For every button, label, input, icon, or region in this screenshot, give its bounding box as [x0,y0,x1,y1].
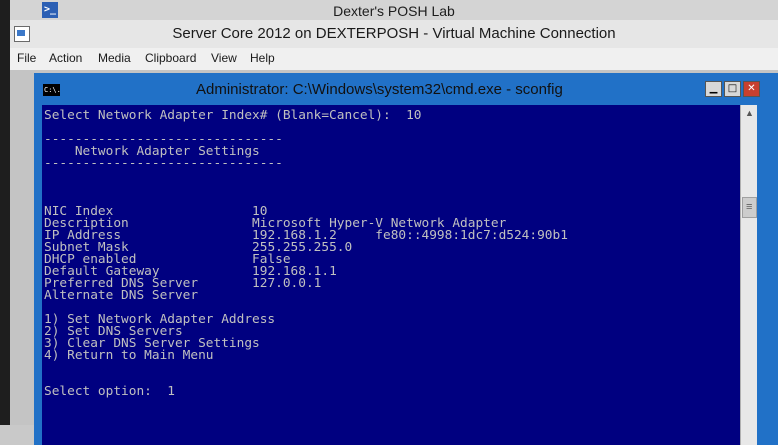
powershell-icon[interactable]: >_ [42,2,58,18]
vm-menubar: File Action Media Clipboard View Help [10,48,778,70]
cmd-window-title: Administrator: C:\Windows\system32\cmd.e… [196,81,563,98]
cmd-titlebar[interactable]: C:\. Administrator: C:\Windows\system32\… [34,73,778,105]
remote-session-titlebar: >_ Dexter's POSH Lab [10,0,778,21]
adapter-index-prompt: Select Network Adapter Index# (Blank=Can… [44,108,422,123]
select-option-prompt: Select option: 1 [44,384,175,399]
menu-help[interactable]: Help [250,51,275,65]
menu-view[interactable]: View [211,51,237,65]
menu-media[interactable]: Media [98,51,131,65]
menu-option-4: 4) Return to Main Menu [44,348,214,363]
minimize-button[interactable]: ▁ [705,81,722,97]
maximize-button[interactable]: □ [724,81,741,97]
left-desktop-strip [0,0,10,425]
console-output[interactable]: Select Network Adapter Index# (Blank=Can… [42,105,740,445]
vertical-scrollbar[interactable]: ▲ [740,105,758,445]
vm-window-icon[interactable] [14,26,30,42]
vm-window-title: Server Core 2012 on DEXTERPOSH - Virtual… [172,25,616,42]
scroll-thumb[interactable] [742,197,757,218]
menu-action[interactable]: Action [49,51,82,65]
vm-connection-window: Server Core 2012 on DEXTERPOSH - Virtual… [10,20,778,445]
vm-titlebar: Server Core 2012 on DEXTERPOSH - Virtual… [10,20,778,48]
cmd-window-frame [757,105,778,445]
cmd-window: C:\. Administrator: C:\Windows\system32\… [34,73,778,445]
console-text: Select Network Adapter Index# (Blank=Can… [44,108,568,399]
scroll-up-icon[interactable]: ▲ [741,105,758,122]
menu-file[interactable]: File [17,51,36,65]
rule-bottom: ------------------------------- [44,156,283,171]
menu-clipboard[interactable]: Clipboard [145,51,196,65]
setting-label-alternate-dns: Alternate DNS Server [44,288,199,303]
close-button[interactable]: ✕ [743,81,760,97]
setting-value-preferred-dns: 127.0.0.1 [252,276,322,291]
cmd-icon[interactable]: C:\. [43,84,61,96]
remote-session-title: Dexter's POSH Lab [333,3,455,19]
